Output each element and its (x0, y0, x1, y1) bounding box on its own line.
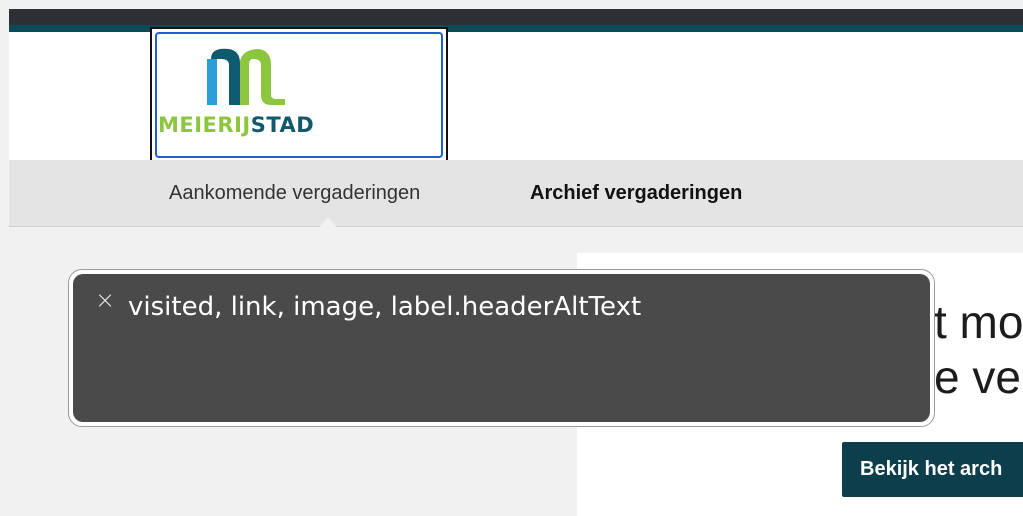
voiceover-caption-body: × visited, link, image, label.headerAltT… (73, 274, 930, 422)
view-archive-button[interactable]: Bekijk het arch (842, 442, 1023, 497)
voiceover-caption-text: visited, link, image, label.headerAltTex… (128, 292, 642, 322)
header-logo-link[interactable]: MEIERIJSTAD (150, 27, 448, 163)
voiceover-caption-panel: × visited, link, image, label.headerAltT… (68, 269, 935, 427)
active-nav-indicator (319, 218, 337, 227)
main-navigation: Aankomende vergaderingen Archief vergade… (9, 160, 1023, 227)
hero-heading-line1: t mo (934, 296, 1023, 348)
close-icon[interactable]: × (93, 288, 117, 312)
nav-archive-meetings[interactable]: Archief vergaderingen (530, 182, 742, 205)
top-bar (9, 9, 1023, 25)
meierijstad-logo-mark (207, 48, 285, 105)
hero-heading-line2: e ver (934, 351, 1023, 403)
logo-wordmark: MEIERIJSTAD (158, 113, 315, 137)
nav-upcoming-meetings[interactable]: Aankomende vergaderingen (169, 182, 420, 205)
focus-ring (155, 32, 443, 158)
